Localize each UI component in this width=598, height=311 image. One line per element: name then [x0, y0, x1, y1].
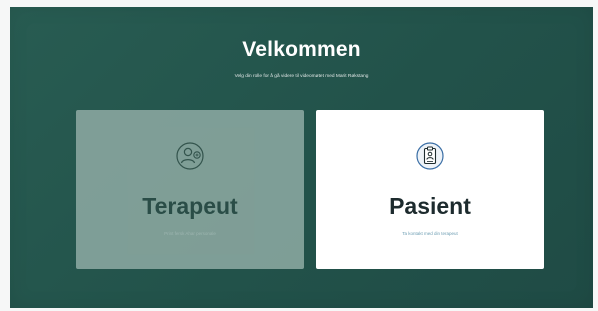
role-card-pasient[interactable]: Pasient Ta kontakt med din terapeut: [316, 110, 544, 269]
role-label-pasient: Pasient: [389, 193, 471, 219]
page-title: Velkommen: [242, 38, 361, 61]
role-description-terapeut: Print fersk Ahar personale: [164, 231, 216, 236]
role-label-terapeut: Terapeut: [142, 193, 238, 219]
page-subtitle: Velg din rolle for å gå videre til video…: [234, 74, 369, 79]
welcome-panel: Velkommen Velg din rolle for å gå videre…: [10, 7, 593, 308]
clipboard-user-icon: [416, 142, 444, 170]
user-add-icon: [176, 142, 204, 170]
role-card-terapeut[interactable]: Terapeut Print fersk Ahar personale: [76, 110, 304, 269]
role-description-pasient: Ta kontakt med din terapeut: [402, 231, 458, 236]
